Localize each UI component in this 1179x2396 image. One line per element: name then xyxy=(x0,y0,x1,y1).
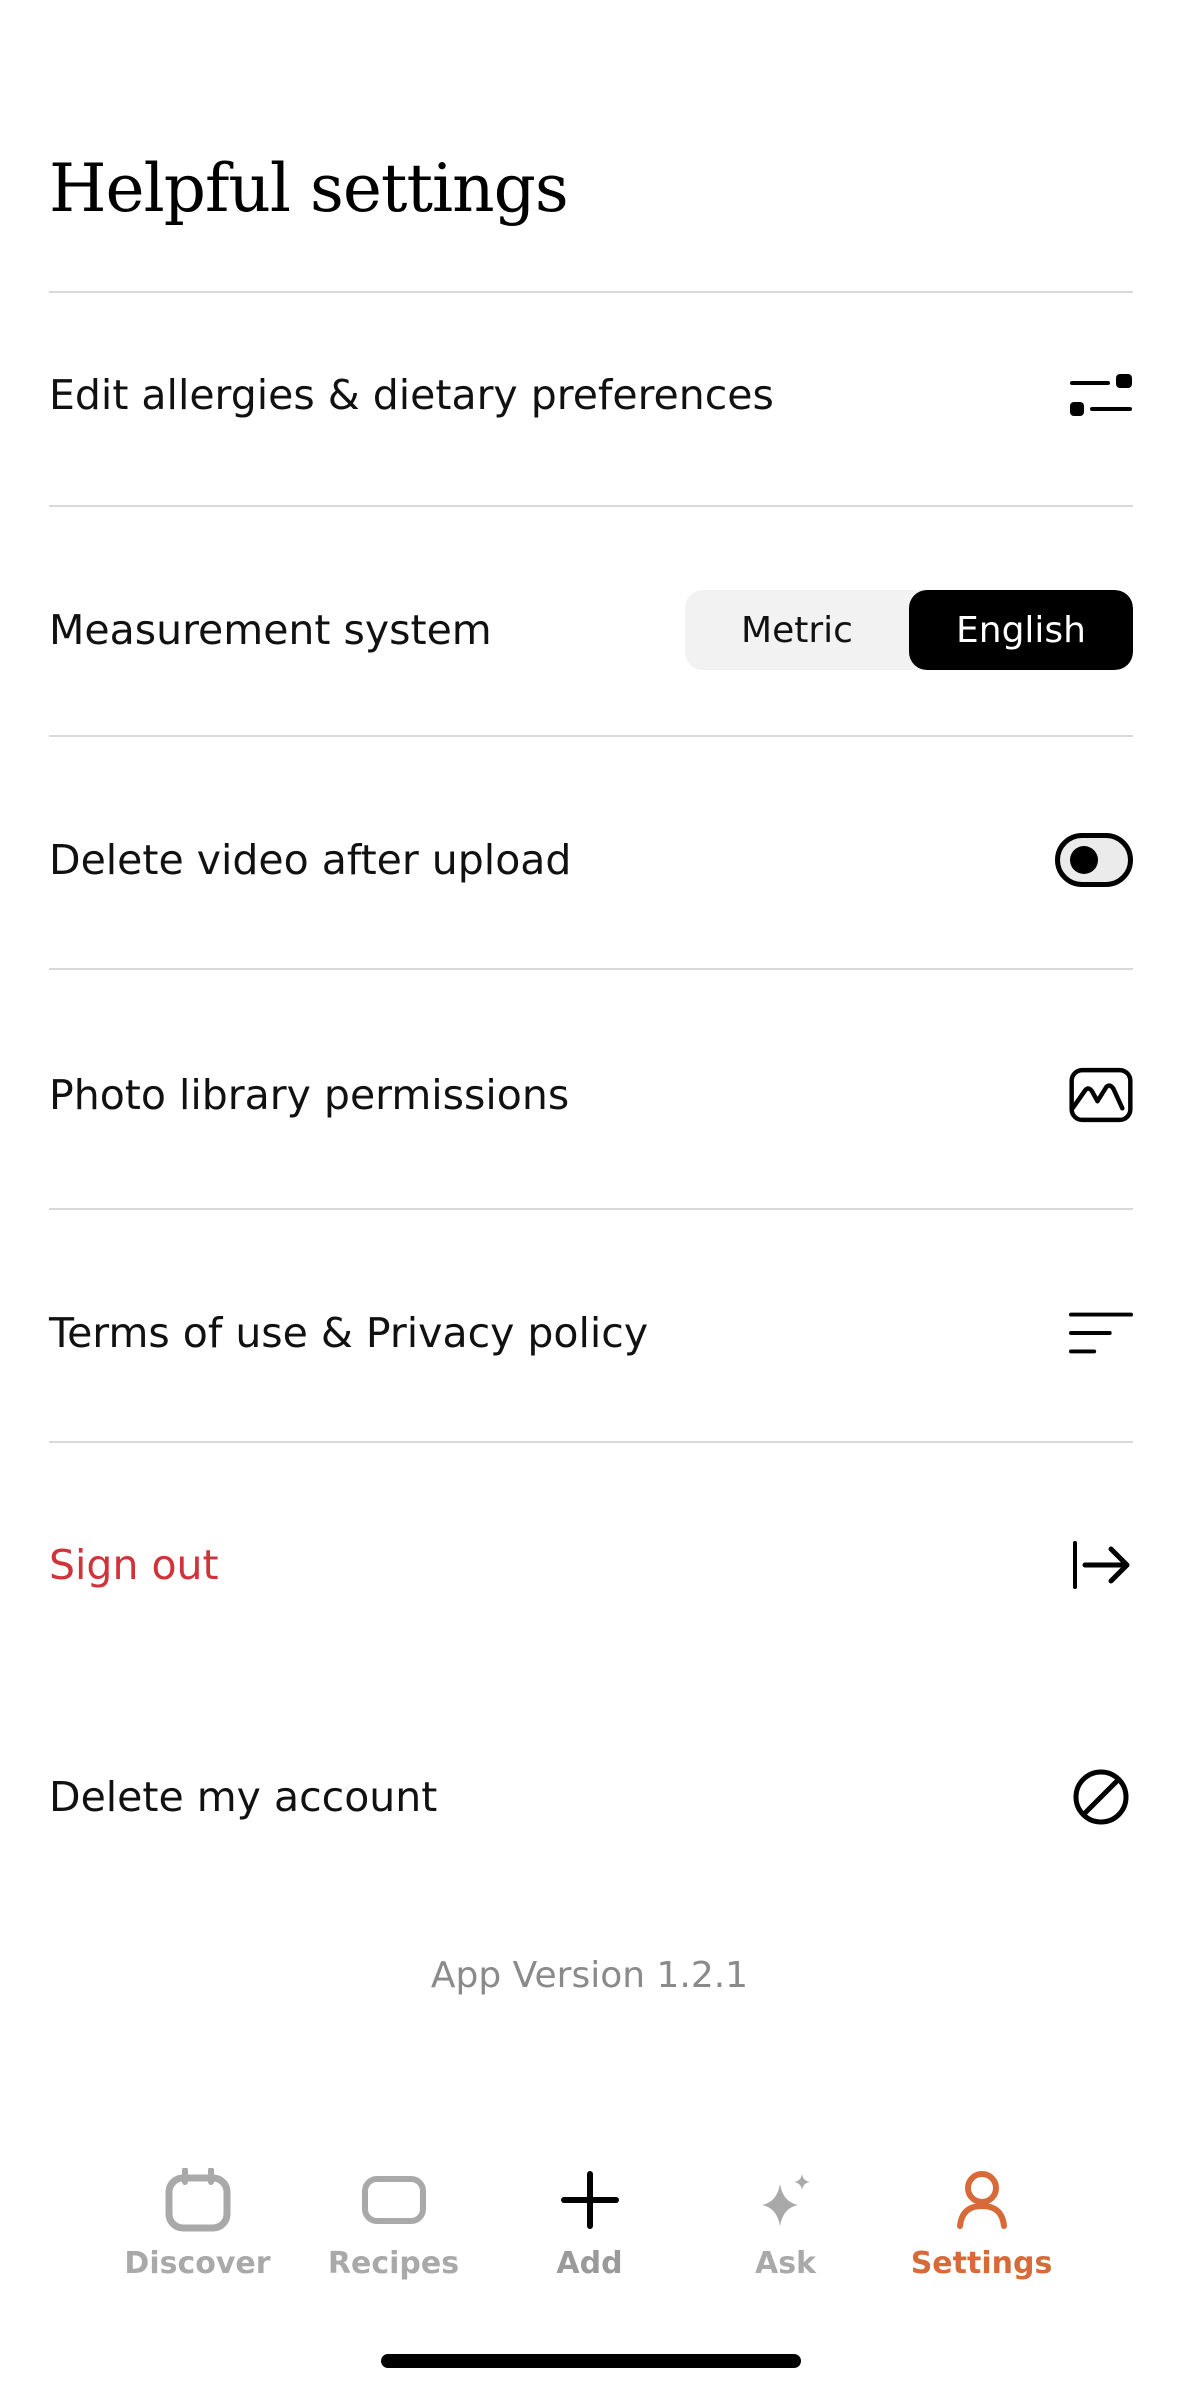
row-allergies[interactable]: Edit allergies & dietary preferences xyxy=(49,330,1133,460)
row-delete-account[interactable]: Delete my account xyxy=(49,1737,1133,1857)
row-sign-out-label: Sign out xyxy=(49,1541,219,1589)
row-photo-library-label: Photo library permissions xyxy=(49,1071,570,1119)
divider xyxy=(49,735,1133,737)
person-icon xyxy=(942,2160,1022,2240)
plus-icon xyxy=(550,2160,630,2240)
photo-icon xyxy=(1069,1063,1133,1127)
tab-ask[interactable]: Ask xyxy=(688,2160,884,2310)
tab-discover[interactable]: Discover xyxy=(100,2160,296,2310)
page-title: Helpful settings xyxy=(49,150,569,227)
text-lines-icon xyxy=(1069,1301,1133,1365)
tab-ask-label: Ask xyxy=(754,2246,817,2281)
divider xyxy=(49,1208,1133,1210)
tab-settings[interactable]: Settings xyxy=(884,2160,1080,2310)
row-photo-library[interactable]: Photo library permissions xyxy=(49,1035,1133,1155)
toggle-knob xyxy=(1070,846,1098,874)
home-indicator xyxy=(381,2354,801,2368)
tab-bar: Discover Recipes Add Ask Settings xyxy=(0,2160,1179,2310)
tab-settings-label: Settings xyxy=(910,2246,1053,2281)
row-delete-account-label: Delete my account xyxy=(49,1773,438,1821)
row-measurement-label: Measurement system xyxy=(49,606,492,654)
row-delete-video: Delete video after upload xyxy=(49,800,1133,920)
sliders-icon xyxy=(1069,363,1133,427)
segment-metric[interactable]: Metric xyxy=(685,590,909,670)
row-terms-label: Terms of use & Privacy policy xyxy=(49,1309,649,1357)
divider xyxy=(49,968,1133,970)
measurement-segmented-control: Metric English xyxy=(685,590,1133,670)
calendar-icon xyxy=(158,2160,238,2240)
row-measurement: Measurement system Metric English xyxy=(49,570,1133,690)
divider xyxy=(49,291,1133,293)
tab-add[interactable]: Add xyxy=(492,2160,688,2310)
sign-out-icon xyxy=(1069,1533,1133,1597)
delete-video-toggle[interactable] xyxy=(1055,833,1133,887)
divider xyxy=(49,1441,1133,1443)
divider xyxy=(49,505,1133,507)
sparkle-icon xyxy=(746,2160,826,2240)
row-delete-video-label: Delete video after upload xyxy=(49,836,572,884)
tab-recipes[interactable]: Recipes xyxy=(296,2160,492,2310)
row-sign-out[interactable]: Sign out xyxy=(49,1505,1133,1625)
row-terms[interactable]: Terms of use & Privacy policy xyxy=(49,1273,1133,1393)
row-allergies-label: Edit allergies & dietary preferences xyxy=(49,371,774,419)
tab-add-label: Add xyxy=(556,2246,623,2281)
segment-english[interactable]: English xyxy=(909,590,1133,670)
tab-discover-label: Discover xyxy=(124,2246,271,2281)
settings-screen: Helpful settings Edit allergies & dietar… xyxy=(0,0,1179,2396)
prohibited-icon xyxy=(1069,1765,1133,1829)
card-icon xyxy=(354,2160,434,2240)
tab-recipes-label: Recipes xyxy=(327,2246,460,2281)
app-version: App Version 1.2.1 xyxy=(430,1955,749,1996)
